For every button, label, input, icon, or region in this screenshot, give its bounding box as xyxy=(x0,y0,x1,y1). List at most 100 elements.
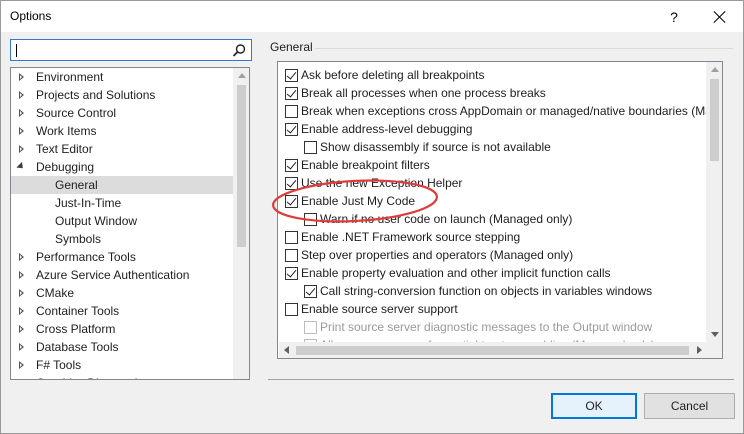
collapsed-arrow-icon[interactable] xyxy=(19,127,24,135)
tree-item-label: Work Items xyxy=(36,124,97,138)
option-checkbox[interactable] xyxy=(285,159,298,172)
close-icon xyxy=(714,11,726,23)
collapsed-arrow-icon[interactable] xyxy=(19,361,24,369)
collapsed-arrow-icon[interactable] xyxy=(19,271,24,279)
tree-item[interactable]: Cross Platform xyxy=(11,320,233,338)
option-row[interactable]: Break when exceptions cross AppDomain or… xyxy=(278,102,712,120)
cancel-button[interactable]: Cancel xyxy=(644,393,735,419)
collapsed-arrow-icon[interactable] xyxy=(19,253,24,261)
tree-item[interactable]: Database Tools xyxy=(11,338,233,356)
collapsed-arrow-icon[interactable] xyxy=(19,109,24,117)
tree-item-label: Debugging xyxy=(36,160,95,174)
tree-item-label: Database Tools xyxy=(36,340,119,354)
close-button[interactable] xyxy=(697,1,743,32)
tree-item[interactable]: Text Editor xyxy=(11,140,233,158)
option-row[interactable]: Call string-conversion function on objec… xyxy=(278,282,706,300)
option-row[interactable]: Step over properties and operators (Mana… xyxy=(278,246,706,264)
tree-item[interactable]: CMake xyxy=(11,284,233,302)
tree-item[interactable]: Environment xyxy=(11,68,233,86)
option-label: Call string-conversion function on objec… xyxy=(320,284,653,298)
tree-item[interactable]: Graphics Diagnostics xyxy=(11,374,233,380)
option-checkbox[interactable] xyxy=(285,249,298,262)
option-checkbox[interactable] xyxy=(285,105,298,118)
collapsed-arrow-icon[interactable] xyxy=(19,145,24,153)
collapsed-arrow-icon[interactable] xyxy=(19,289,24,297)
settings-scroll-thumb[interactable] xyxy=(710,79,719,161)
footer-divider xyxy=(268,379,734,380)
option-row[interactable]: Enable property evaluation and other imp… xyxy=(278,264,706,282)
scrollbar-corner xyxy=(706,342,722,358)
tree-item[interactable]: General xyxy=(11,176,233,194)
collapsed-arrow-icon[interactable] xyxy=(19,91,24,99)
option-row[interactable]: Show disassembly if source is not availa… xyxy=(278,138,706,156)
scroll-down-icon[interactable] xyxy=(711,332,719,337)
tree-item[interactable]: Symbols xyxy=(11,230,233,248)
tree-item[interactable]: F# Tools xyxy=(11,356,233,374)
options-dialog: Options ? Environment Projects and Soluti… xyxy=(0,0,744,434)
option-row[interactable]: Ask before deleting all breakpoints xyxy=(278,66,706,84)
tree-item[interactable]: Just-In-Time xyxy=(11,194,233,212)
option-checkbox[interactable] xyxy=(304,141,317,154)
section-divider xyxy=(315,48,733,49)
tree-item[interactable]: Source Control xyxy=(11,104,233,122)
tree-item-label: Environment xyxy=(36,70,104,84)
option-checkbox[interactable] xyxy=(285,231,298,244)
scroll-right-icon[interactable] xyxy=(697,346,702,354)
option-row[interactable]: Enable .NET Framework source stepping xyxy=(278,228,706,246)
collapsed-arrow-icon[interactable] xyxy=(19,325,24,333)
help-button[interactable]: ? xyxy=(651,1,697,32)
collapsed-arrow-icon[interactable] xyxy=(19,343,24,351)
option-checkbox[interactable] xyxy=(285,267,298,280)
option-label: Enable breakpoint filters xyxy=(301,158,430,172)
collapsed-arrow-icon[interactable] xyxy=(19,379,24,380)
settings-vertical-scrollbar[interactable] xyxy=(706,62,722,342)
panel-title: General xyxy=(270,40,313,54)
tree-item-label: Container Tools xyxy=(36,304,120,318)
option-row[interactable]: Enable breakpoint filters xyxy=(278,156,706,174)
ok-button[interactable]: OK xyxy=(551,393,637,419)
tree-item[interactable]: Debugging xyxy=(11,158,233,176)
option-checkbox[interactable] xyxy=(285,123,298,136)
search-icon[interactable] xyxy=(232,43,247,58)
settings-horizontal-scrollbar[interactable] xyxy=(279,342,706,358)
expanded-arrow-icon[interactable] xyxy=(16,161,26,172)
tree-item-label: CMake xyxy=(36,286,75,300)
scroll-up-icon[interactable] xyxy=(238,73,246,78)
option-label: Show disassembly if source is not availa… xyxy=(320,140,551,154)
option-label: Ask before deleting all breakpoints xyxy=(301,68,485,82)
option-label: Break when exceptions cross AppDomain or… xyxy=(301,104,712,118)
scroll-up-icon[interactable] xyxy=(711,67,719,72)
tree-item[interactable]: Performance Tools xyxy=(11,248,233,266)
tree-item-label: Text Editor xyxy=(36,142,93,156)
option-row[interactable]: Break all processes when one process bre… xyxy=(278,84,706,102)
option-checkbox[interactable] xyxy=(304,285,317,298)
text-caret xyxy=(16,44,17,57)
option-checkbox[interactable] xyxy=(285,69,298,82)
option-row[interactable]: Enable source server support xyxy=(278,300,706,318)
tree-item-label: Symbols xyxy=(55,232,102,246)
help-icon: ? xyxy=(670,8,678,25)
tree-vertical-scrollbar[interactable] xyxy=(233,68,249,379)
option-label: Enable property evaluation and other imp… xyxy=(301,266,611,280)
tree-scroll-thumb[interactable] xyxy=(237,85,246,247)
tree-item[interactable]: Azure Service Authentication xyxy=(11,266,233,284)
tree-item[interactable]: Output Window xyxy=(11,212,233,230)
option-checkbox[interactable] xyxy=(285,303,298,316)
option-row[interactable]: Enable address-level debugging xyxy=(278,120,706,138)
settings-hscroll-thumb[interactable] xyxy=(296,346,689,355)
option-label: Enable address-level debugging xyxy=(301,122,473,136)
tree-item-label: Graphics Diagnostics xyxy=(36,376,149,379)
tree-item[interactable]: Work Items xyxy=(11,122,233,140)
collapsed-arrow-icon[interactable] xyxy=(19,73,24,81)
option-checkbox[interactable] xyxy=(285,87,298,100)
tree-item[interactable]: Projects and Solutions xyxy=(11,86,233,104)
title-bar: Options ? xyxy=(1,1,743,32)
tree-item-label: Source Control xyxy=(36,106,117,120)
option-label: Enable source server support xyxy=(301,302,458,316)
tree-item-label: Azure Service Authentication xyxy=(36,268,190,282)
search-input[interactable] xyxy=(10,39,252,61)
scroll-left-icon[interactable] xyxy=(284,346,289,354)
collapsed-arrow-icon[interactable] xyxy=(19,307,24,315)
tree-item[interactable]: Container Tools xyxy=(11,302,233,320)
option-row: Print source server diagnostic messages … xyxy=(278,318,706,336)
